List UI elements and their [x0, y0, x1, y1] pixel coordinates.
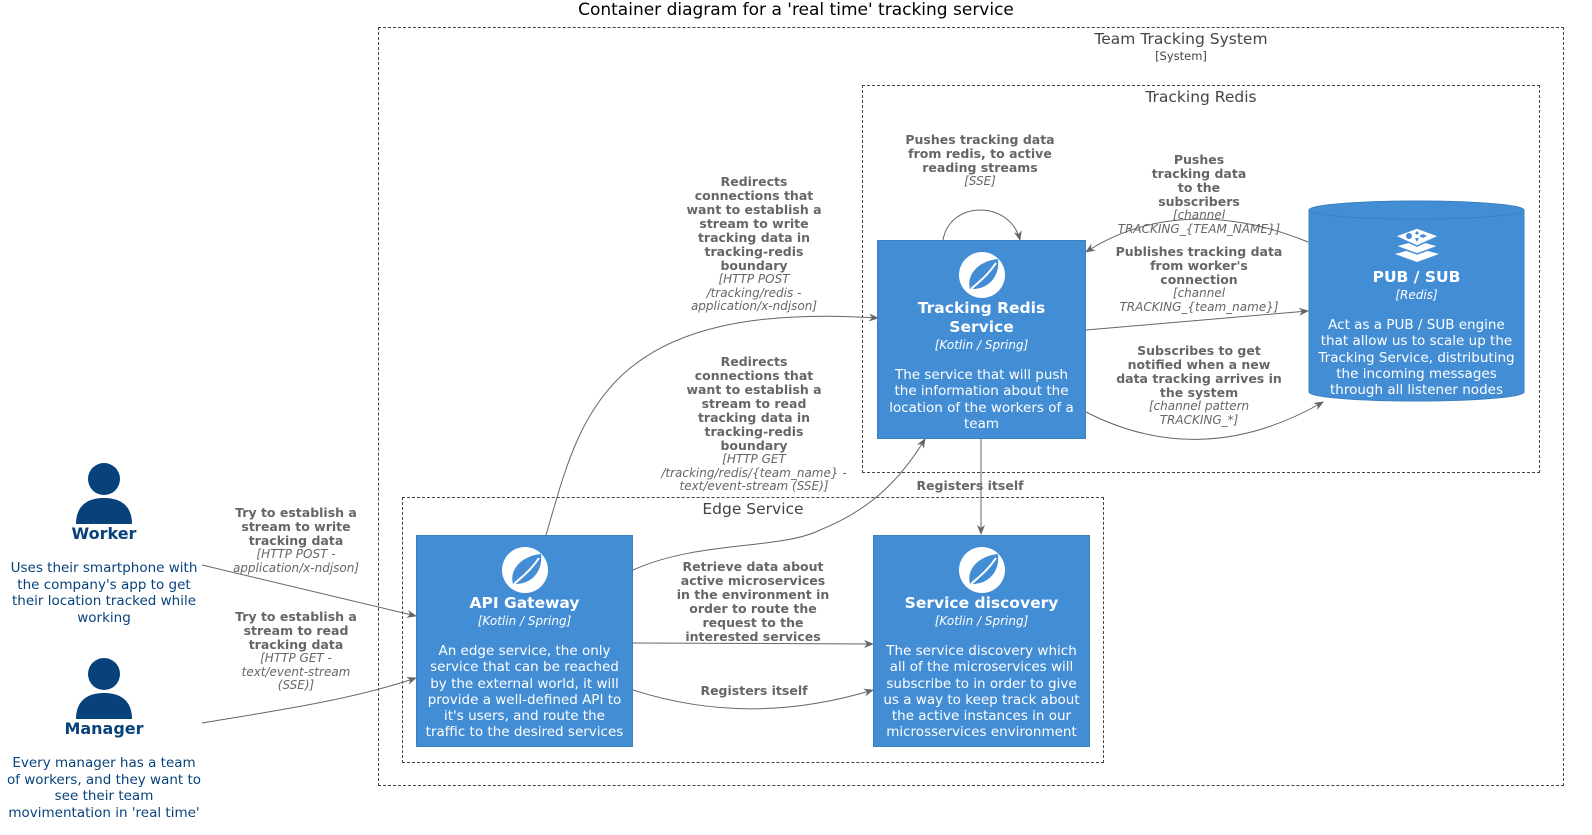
relation-label: Registers itself	[700, 683, 808, 698]
person-icon	[76, 658, 132, 719]
person-name: Manager	[64, 719, 144, 738]
relation-tech: [channel TRACKING_{TEAM_NAME}]	[1117, 208, 1281, 236]
container-description: The service discovery which all of the m…	[883, 643, 1080, 741]
container-name: Tracking Redis Service	[917, 299, 1046, 336]
relation-label: Pushes tracking data to the subscribers	[1151, 152, 1247, 209]
relation-label: Subscribes to get notified when a new da…	[1116, 343, 1282, 400]
relation-gateway-registers: Registers itself	[680, 684, 828, 698]
relation-gateway-redirect-write: Redirects connections that want to estab…	[680, 175, 828, 314]
relation-redis-registers: Registers itself	[900, 479, 1040, 493]
person-name: Worker	[71, 524, 137, 543]
relation-label: Redirects connections that want to estab…	[686, 174, 822, 273]
relation-tech: [channel TRACKING_{team_name}]	[1119, 286, 1279, 314]
container-tech: [Kotlin / Spring]	[934, 338, 1029, 352]
container-name: API Gateway	[469, 594, 580, 612]
arrow-self-push	[942, 209, 1022, 241]
redis-icon	[1392, 227, 1441, 262]
container-description: The service that will push the informati…	[889, 367, 1074, 432]
person-manager[interactable]: Manager Every manager has a team of work…	[6, 657, 202, 821]
relation-worker-to-gateway: Try to establish a stream to write track…	[226, 506, 366, 575]
container-pubsub[interactable]: PUB / SUB [Redis] Act as a PUB / SUB eng…	[1308, 200, 1525, 402]
relation-manager-to-gateway: Try to establish a stream to read tracki…	[226, 610, 366, 693]
relation-label: Try to establish a stream to write track…	[235, 505, 357, 548]
relation-label: Retrieve data about active microservices…	[676, 559, 830, 644]
relation-tech: [SSE]	[964, 174, 996, 188]
relation-gateway-retrieve: Retrieve data about active microservices…	[676, 560, 830, 644]
person-worker[interactable]: Worker Uses their smartphone with the co…	[6, 462, 202, 626]
relation-label: Pushes tracking data from redis, to acti…	[905, 132, 1055, 175]
container-service-discovery[interactable]: Service discovery [Kotlin / Spring] The …	[873, 535, 1090, 747]
container-tech: [Redis]	[1395, 288, 1438, 302]
spring-leaf-icon	[958, 252, 1005, 298]
container-name: PUB / SUB	[1372, 268, 1461, 286]
container-tech: [Kotlin / Spring]	[934, 614, 1029, 628]
relation-label: Try to establish a stream to read tracki…	[235, 609, 357, 652]
relation-tech: [HTTP GET /tracking/redis/{team_name} - …	[661, 452, 847, 493]
relation-subscribes: Subscribes to get notified when a new da…	[1115, 344, 1283, 427]
relation-self-push: Pushes tracking data from redis, to acti…	[905, 133, 1055, 189]
relation-tech: [channel pattern TRACKING_*]	[1148, 399, 1250, 427]
container-api-gateway[interactable]: API Gateway [Kotlin / Spring] An edge se…	[416, 535, 633, 747]
relation-label: Registers itself	[916, 478, 1024, 493]
container-description: An edge service, the only service that c…	[425, 643, 624, 741]
container-tracking-redis-service[interactable]: Tracking Redis Service [Kotlin / Spring]…	[877, 240, 1086, 439]
relation-tech: [HTTP GET - text/event-stream (SSE)]	[241, 651, 351, 692]
relation-pubsub-push: Pushes tracking data to the subscribers …	[1115, 153, 1283, 236]
container-name: Service discovery	[904, 594, 1059, 612]
spring-leaf-icon	[958, 547, 1005, 593]
container-description: Act as a PUB / SUB engine that allow us …	[1318, 317, 1515, 399]
container-tech: [Kotlin / Spring]	[477, 614, 572, 628]
person-description: Uses their smartphone with the company's…	[10, 560, 198, 626]
relation-tech: [HTTP POST - application/x-ndjson]	[232, 547, 360, 575]
relation-tech: [HTTP POST /tracking/redis - application…	[690, 272, 818, 313]
spring-leaf-icon	[501, 547, 548, 593]
person-icon	[76, 463, 132, 524]
relation-gateway-redirect-read: Redirects connections that want to estab…	[660, 355, 848, 494]
relation-label: Publishes tracking data from worker's co…	[1115, 244, 1283, 287]
relation-publishes: Publishes tracking data from worker's co…	[1115, 245, 1283, 314]
relation-label: Redirects connections that want to estab…	[686, 354, 822, 453]
person-description: Every manager has a team of workers, and…	[6, 755, 202, 821]
